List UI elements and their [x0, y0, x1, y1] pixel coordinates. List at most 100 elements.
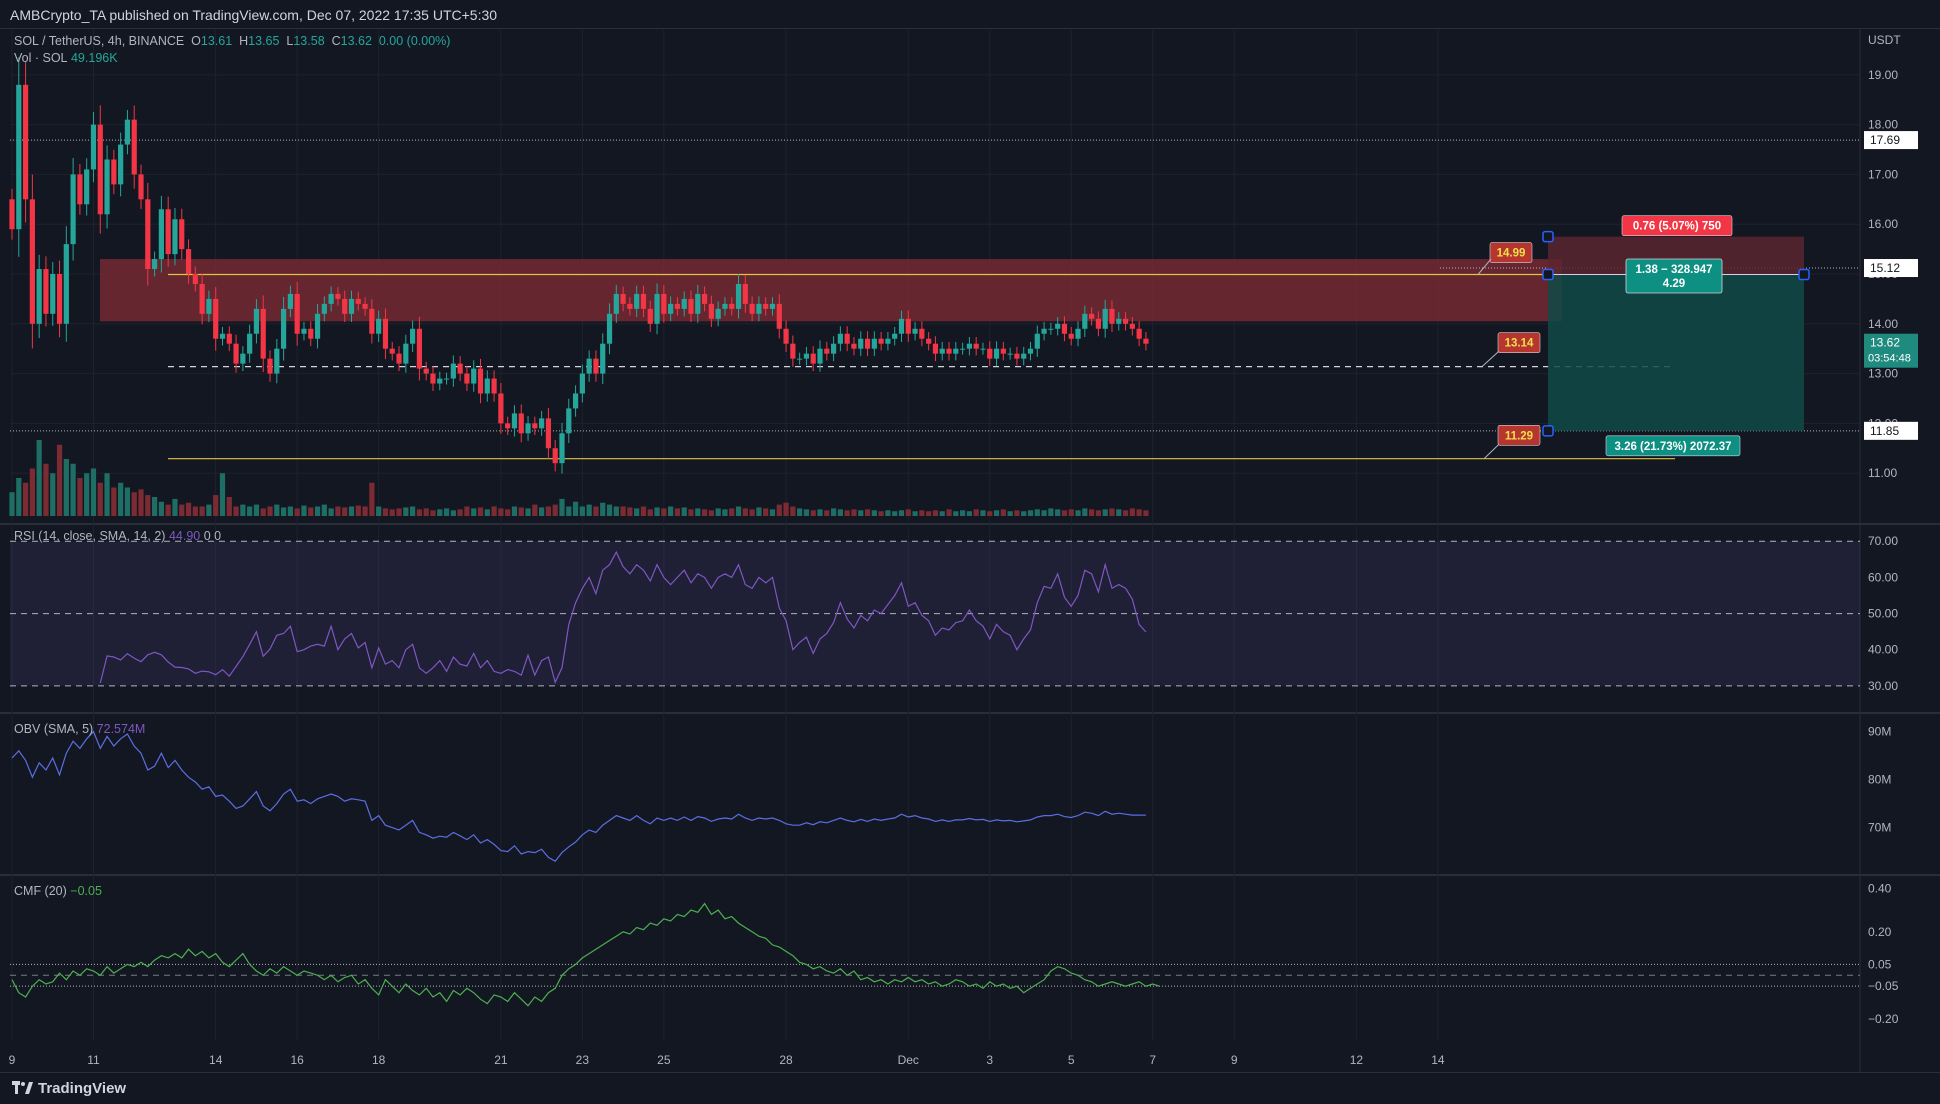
candle-body — [104, 159, 110, 215]
candle-body — [776, 303, 782, 329]
candle-body — [443, 378, 450, 380]
volume-bar — [701, 509, 708, 516]
symbol-legend: SOL / TetherUS, 4h, BINANCE O13.61 H13.6… — [14, 34, 451, 48]
volume-bar — [790, 506, 796, 516]
time-tick-label: 28 — [779, 1053, 793, 1067]
volume-bar — [586, 504, 592, 516]
candle-body — [274, 348, 280, 374]
volume-bar — [342, 507, 348, 516]
candle-body — [735, 283, 742, 309]
volume-bar — [151, 497, 158, 516]
price-tag: 17.69 — [1870, 133, 1900, 147]
support-tag-text: 13.14 — [1505, 338, 1534, 350]
candle-body — [63, 244, 69, 324]
volume-bar — [613, 506, 619, 516]
volume-bar — [1136, 509, 1142, 516]
candle-body — [1034, 333, 1040, 349]
volume-bar — [437, 509, 443, 516]
candle-body — [892, 333, 898, 339]
candle-body — [742, 283, 748, 304]
candle-body — [620, 293, 626, 304]
pane-tick-label: 0.20 — [1868, 925, 1892, 939]
volume-bar — [403, 507, 409, 516]
candle-body — [22, 84, 29, 200]
target-label: 3.26 (21.73%) 2072.37 — [1605, 435, 1741, 457]
candle-body — [566, 408, 572, 434]
volume-bar — [457, 509, 463, 516]
volume-bar — [124, 487, 131, 516]
volume-bar — [43, 463, 49, 516]
volume-bar — [423, 508, 429, 516]
volume-bar — [620, 506, 626, 516]
chart-area[interactable]: 14.99 13.14 11.29 0.76 (5.07%) 750 1.38 − 32… — [0, 28, 1940, 1072]
candle-body — [199, 283, 205, 314]
volume-bar — [491, 506, 497, 516]
candle-body — [1014, 353, 1020, 359]
entry-label: 1.38 − 328.947 4.29 — [1625, 258, 1723, 294]
volume-bar — [973, 509, 979, 516]
volume-bar — [1068, 509, 1074, 516]
candle-body — [844, 333, 850, 344]
volume-bar — [477, 507, 484, 516]
volume-bar — [362, 506, 368, 516]
stop-label-text: 0.76 (5.07%) 750 — [1633, 221, 1721, 233]
footer-brand[interactable]: TradingView — [38, 1080, 126, 1097]
candle-body — [960, 348, 966, 350]
volume-bar — [769, 509, 776, 516]
pane-tick-label: 70.00 — [1868, 534, 1898, 548]
candle-body — [179, 219, 185, 250]
publisher-bar: AMBCrypto_TA published on TradingView.co… — [0, 0, 1940, 29]
volume-bar — [308, 507, 314, 516]
volume-bar — [1122, 510, 1129, 516]
volume-bar — [525, 508, 531, 516]
volume-bar — [681, 507, 687, 516]
volume-bar — [987, 511, 993, 516]
volume-bar — [281, 507, 287, 516]
candle-body — [77, 174, 83, 205]
volume-bar — [226, 497, 232, 516]
volume-bar — [22, 482, 29, 516]
candle-body — [1143, 338, 1149, 344]
candle-body — [355, 298, 361, 304]
candle-body — [817, 348, 823, 364]
resistance-zone — [100, 259, 1562, 322]
position-handle — [1542, 230, 1554, 243]
volume-bar — [131, 492, 137, 516]
candle-body — [980, 348, 986, 350]
time-tick-label: Dec — [898, 1053, 919, 1067]
volume-bar — [111, 487, 117, 516]
candle-body — [905, 318, 911, 334]
candle-body — [640, 293, 647, 309]
volume-bar — [145, 495, 151, 516]
volume-bar — [77, 478, 83, 516]
volume-bar — [674, 508, 681, 516]
candle-body — [926, 338, 932, 344]
candle-body — [701, 293, 708, 304]
candle-body — [50, 274, 56, 314]
indicator-panes — [10, 540, 1860, 1007]
candle-body — [226, 333, 232, 344]
pane-tick-label: 50.00 — [1868, 607, 1898, 621]
volume-bar — [953, 511, 959, 516]
obv-line — [11, 730, 1146, 862]
candle-body — [830, 343, 837, 354]
candle-body — [84, 169, 90, 205]
volume-bar — [756, 507, 762, 516]
cmf-legend: CMF (20) −0.05 — [14, 884, 102, 898]
volume-bar — [1048, 508, 1054, 516]
volume-bar — [396, 508, 402, 516]
volume-bar — [90, 468, 97, 516]
time-tick-label: 25 — [657, 1053, 671, 1067]
volume-bar — [410, 506, 416, 516]
time-tick-label: 14 — [209, 1053, 223, 1067]
volume-bar — [627, 507, 633, 516]
candle-body — [912, 328, 918, 334]
symbol-name[interactable]: SOL / TetherUS, 4h, BINANCE — [14, 34, 184, 48]
volume-bar — [1014, 510, 1020, 516]
candle-body — [314, 313, 321, 339]
volume-bar — [29, 468, 35, 516]
candle-body — [593, 358, 599, 374]
candle-body — [898, 318, 905, 334]
volume-bar — [335, 506, 341, 516]
candle-body — [498, 393, 504, 424]
